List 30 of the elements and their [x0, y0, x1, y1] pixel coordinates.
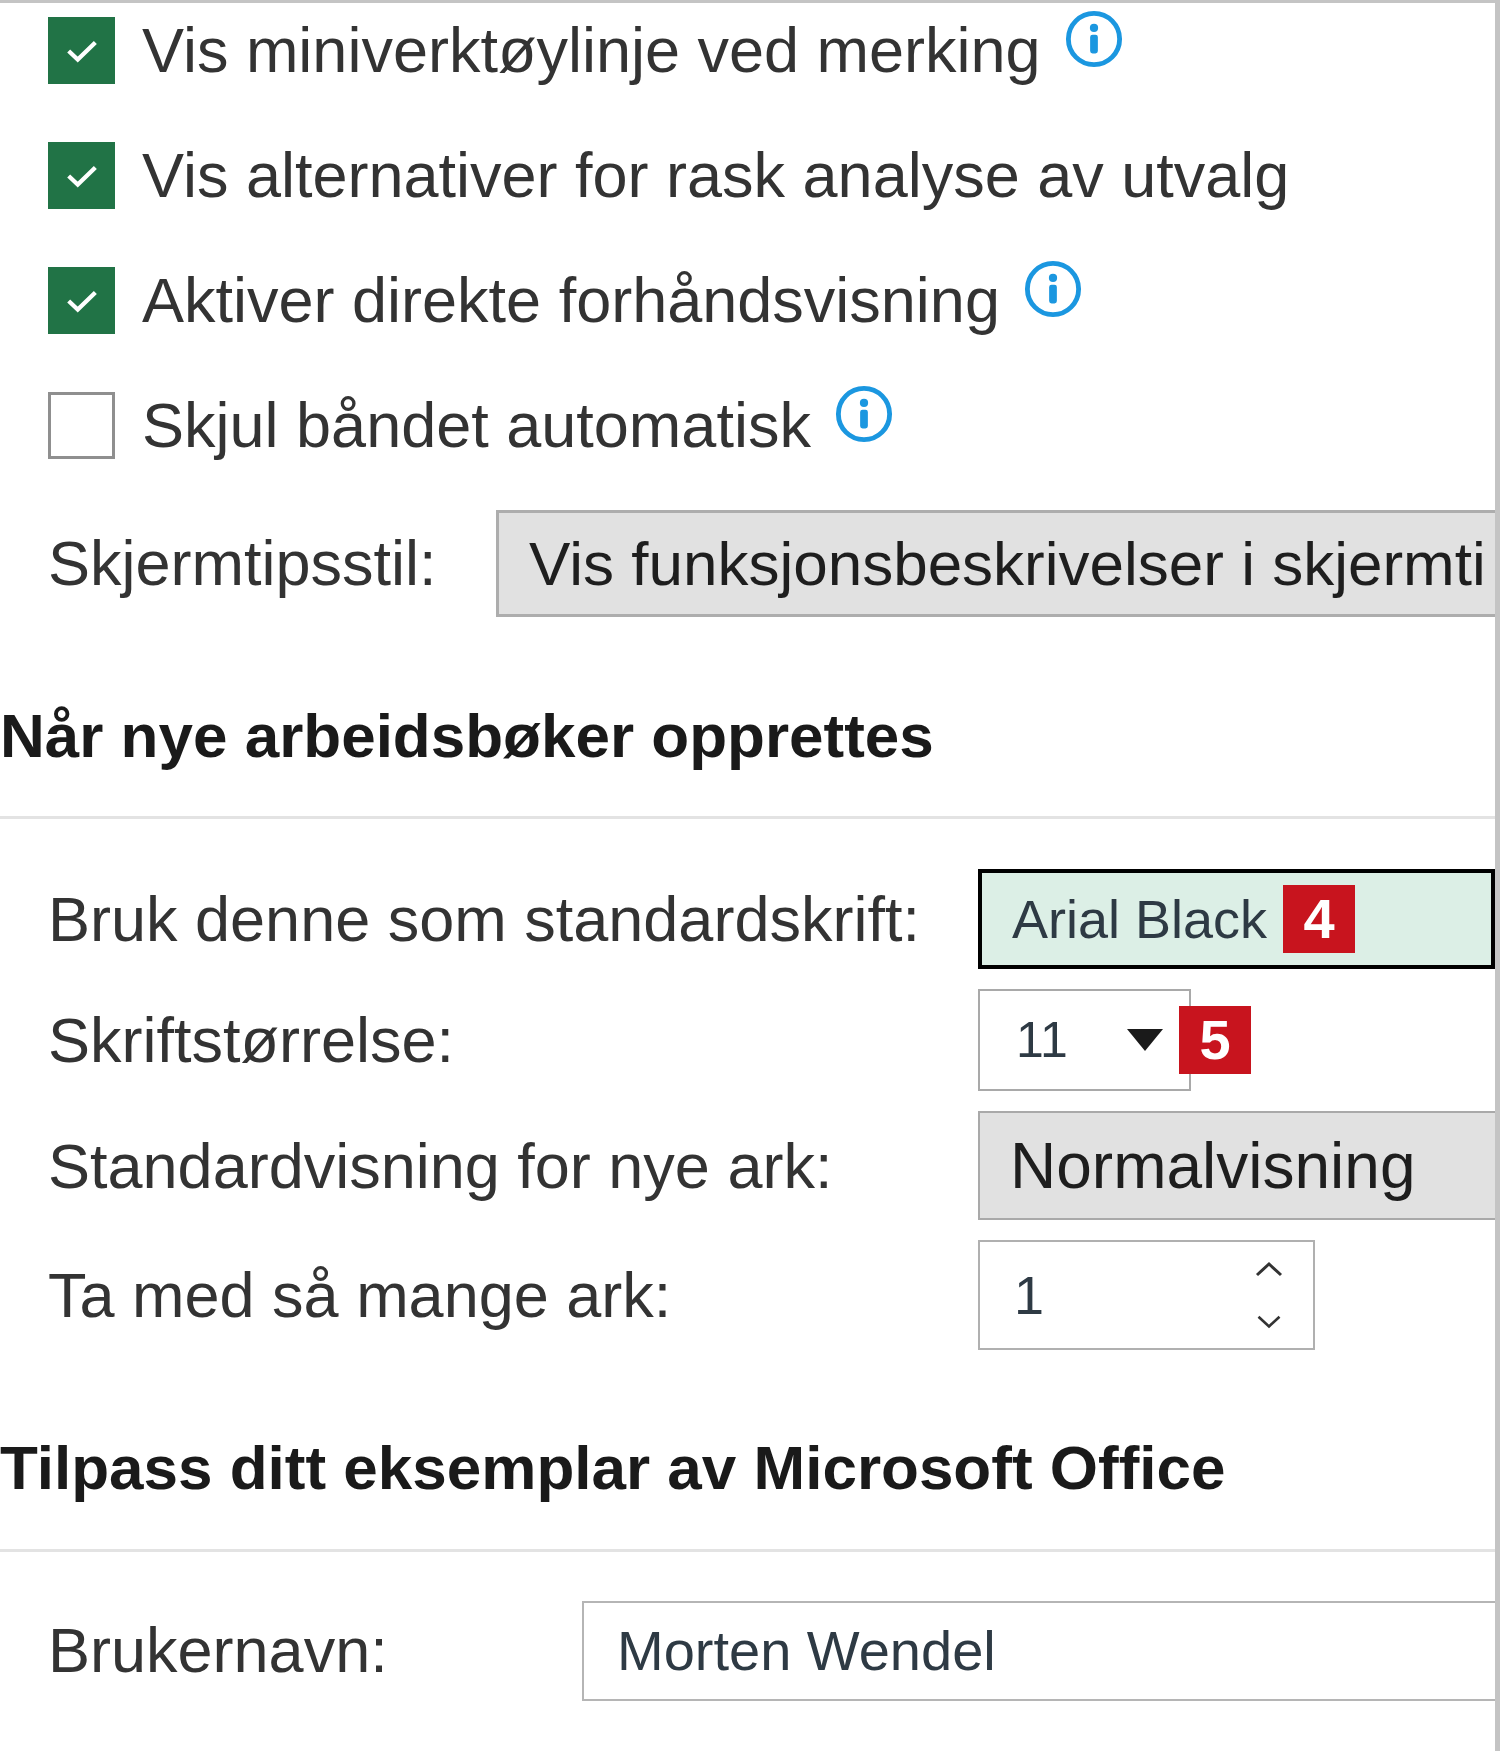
- checkbox[interactable]: [48, 17, 115, 84]
- username-field[interactable]: Morten Wendel: [582, 1600, 1495, 1701]
- section-heading: Når nye arbeidsbøker opprettes: [0, 700, 934, 772]
- checkmark-icon: [65, 288, 98, 313]
- checkbox[interactable]: [48, 142, 115, 209]
- checkbox-label: Skjul båndet automatisk: [142, 389, 811, 462]
- field-label: Standardvisning for nye ark:: [48, 1129, 833, 1202]
- number-field[interactable]: 1: [978, 1240, 1315, 1351]
- field-label: Skjermtipsstil:: [48, 527, 437, 600]
- field-label: Skriftstørrelse:: [48, 1004, 455, 1077]
- checkbox[interactable]: [48, 392, 115, 459]
- checkbox-label: Vis alternativer for rask analyse av utvalg: [142, 139, 1290, 212]
- checkbox[interactable]: [48, 267, 115, 334]
- screentip-dropdown[interactable]: Vis funksjonsbeskrivelser i skjermti: [496, 510, 1495, 617]
- checkbox-label: Vis miniverktøylinje ved merking: [142, 14, 1041, 87]
- callout-badge: 4: [1283, 885, 1356, 954]
- checkbox-label: Aktiver direkte forhåndsvisning: [142, 264, 1000, 337]
- field-label: Brukernavn:: [48, 1614, 388, 1687]
- section-heading: Tilpass ditt eksemplar av Microsoft Office: [0, 1432, 1226, 1504]
- size-dropdown[interactable]: 11: [978, 989, 1191, 1092]
- checkmark-icon: [65, 163, 98, 188]
- caret-down-icon: [1127, 1029, 1163, 1052]
- checkmark-icon: [65, 38, 98, 63]
- font-field[interactable]: Arial Black 4: [978, 869, 1495, 970]
- chevron-down-icon[interactable]: [1255, 1315, 1283, 1330]
- field-label: Bruk denne som standardskrift:: [48, 883, 920, 956]
- callout-badge: 5: [1179, 1006, 1251, 1075]
- chevron-up-icon[interactable]: [1255, 1261, 1283, 1278]
- field-label: Ta med så mange ark:: [48, 1259, 672, 1332]
- view-dropdown[interactable]: Normalvisning: [978, 1111, 1495, 1221]
